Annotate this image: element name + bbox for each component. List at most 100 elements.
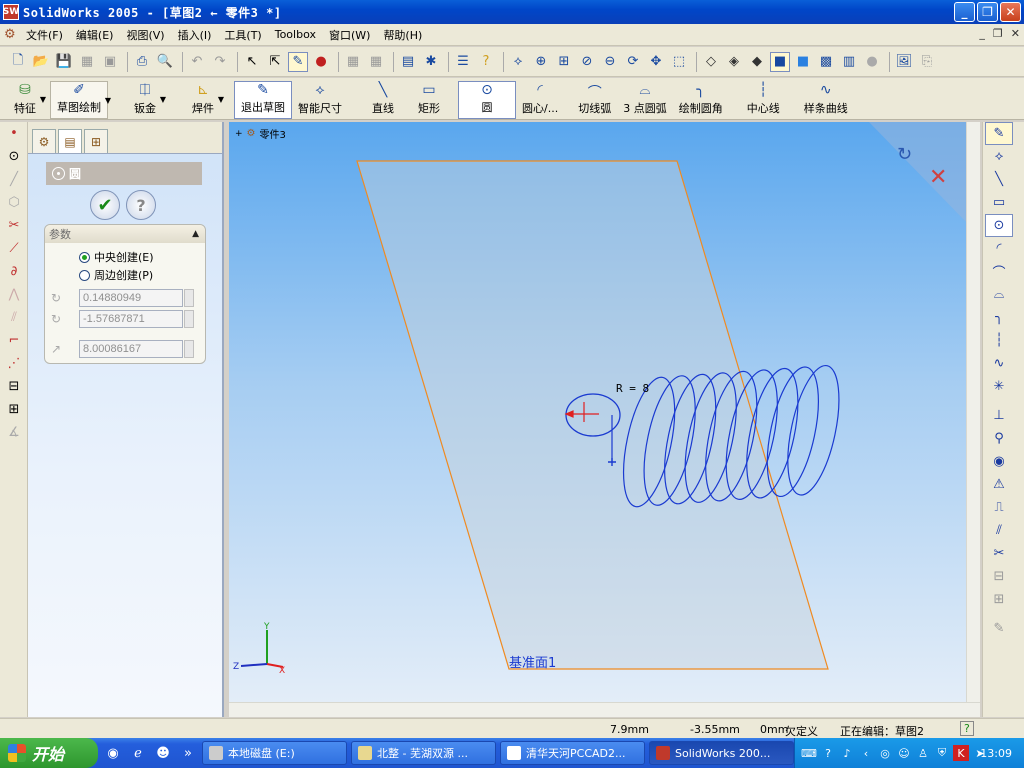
pan-icon[interactable]: ✥: [646, 52, 666, 72]
perimeter-create-radio[interactable]: 周边创建(P): [79, 267, 153, 283]
offset-icon[interactable]: ⎍: [985, 496, 1013, 519]
linear-pattern-icon[interactable]: ⊟: [0, 375, 28, 398]
radius-spinner[interactable]: [184, 340, 194, 358]
angle-tool-icon[interactable]: ∡: [0, 421, 28, 444]
sketch-icon[interactable]: ✎: [288, 51, 308, 72]
print-icon[interactable]: ⎙: [132, 52, 152, 72]
spline-icon[interactable]: ∿: [985, 352, 1013, 375]
menu-help[interactable]: 帮助(H): [383, 27, 422, 43]
task-solidworks[interactable]: SolidWorks 200...: [649, 741, 794, 765]
undo-icon[interactable]: ↶: [187, 52, 207, 72]
open-icon[interactable]: 📂: [31, 52, 51, 72]
grid2-icon[interactable]: ▦: [366, 52, 386, 72]
minimize-button[interactable]: _: [954, 2, 975, 22]
vertical-scrollbar[interactable]: [966, 122, 980, 702]
3point-arc-icon[interactable]: ⌓: [985, 283, 1013, 306]
menu-tools[interactable]: 工具(T): [224, 27, 261, 43]
new-icon[interactable]: 🗋: [8, 52, 28, 72]
save-icon[interactable]: 💾: [54, 52, 74, 72]
messenger-icon[interactable]: ☺: [896, 745, 912, 761]
rotate-view-icon[interactable]: ⟳: [623, 52, 643, 72]
cmd-rectangle[interactable]: ▭ 矩形: [412, 81, 446, 119]
cmd-smart-dimension[interactable]: ⟡ 智能尺寸: [292, 81, 348, 119]
section-view-icon[interactable]: ▥: [839, 52, 859, 72]
display-relations-icon[interactable]: ⚲: [985, 427, 1013, 450]
point-icon[interactable]: ✳: [985, 375, 1013, 398]
cmd-line[interactable]: ╲ 直线: [366, 81, 400, 119]
start-button[interactable]: 开始: [0, 738, 98, 768]
document-menu-icon[interactable]: ⚙: [4, 27, 20, 43]
menu-window[interactable]: 窗口(W): [329, 27, 370, 43]
help-tray-icon[interactable]: ?: [820, 745, 836, 761]
hidden-lines-icon[interactable]: ◈: [724, 52, 744, 72]
point-icon[interactable]: •: [0, 122, 28, 145]
corner-icon[interactable]: ⌐: [0, 329, 28, 352]
add-relation-icon[interactable]: ⊥: [985, 404, 1013, 427]
menu-toolbox[interactable]: Toolbox: [275, 28, 316, 41]
center-y-field[interactable]: [79, 310, 183, 328]
rectangle-icon[interactable]: ▭: [985, 191, 1013, 214]
configuration-tab-icon[interactable]: ⊞: [84, 129, 108, 153]
keyboard-icon[interactable]: ⌨: [801, 745, 817, 761]
feature-tree-tab-icon[interactable]: ⚙: [32, 129, 56, 153]
line-tool-icon[interactable]: ╱: [0, 168, 28, 191]
fix-icon[interactable]: ◉: [985, 450, 1013, 473]
construction-icon[interactable]: ⋰: [0, 352, 28, 375]
cmd-exit-sketch[interactable]: ✎ 退出草图: [234, 81, 292, 119]
grid-icon[interactable]: ▦: [343, 52, 363, 72]
center-create-radio[interactable]: 中央创建(E): [79, 249, 154, 265]
cmd-sheetmetal[interactable]: ⎅ 钣金 ▼: [128, 81, 166, 119]
horizontal-scrollbar[interactable]: [229, 702, 980, 717]
quicklaunch-ie-icon[interactable]: ℯ: [128, 743, 148, 763]
fillet-icon[interactable]: ╮: [985, 306, 1013, 329]
image-icon[interactable]: 🖼: [894, 52, 914, 72]
zoom-selection-icon[interactable]: ⊖: [600, 52, 620, 72]
wireframe-icon[interactable]: ◇: [701, 52, 721, 72]
measure-icon[interactable]: ⟡: [508, 52, 528, 72]
radius-field[interactable]: [79, 340, 183, 358]
menu-insert[interactable]: 插入(I): [178, 27, 212, 43]
quicklaunch-more-icon[interactable]: »: [178, 743, 198, 763]
center-x-field[interactable]: [79, 289, 183, 307]
trim-icon[interactable]: ✂: [985, 542, 1013, 565]
extend-icon[interactable]: ⟋: [0, 237, 28, 260]
mdi-minimize-icon[interactable]: _: [979, 27, 985, 40]
circle-icon[interactable]: ⊙: [985, 214, 1013, 237]
cancel-corner-icon[interactable]: ✕: [929, 165, 947, 190]
zoom-in-out-icon[interactable]: ⊘: [577, 52, 597, 72]
view-orientation-icon[interactable]: ⬚: [669, 52, 689, 72]
realview-icon[interactable]: ●: [862, 52, 882, 72]
collapse-icon[interactable]: ▲: [192, 229, 199, 239]
antivirus-icon[interactable]: ⛨: [934, 745, 950, 761]
convert-entities-icon[interactable]: ⫽: [0, 306, 28, 329]
task-pccad[interactable]: 清华天河PCCAD2...: [500, 741, 645, 765]
volume-icon[interactable]: ♪: [839, 745, 855, 761]
camera-icon[interactable]: ⎘: [917, 52, 937, 72]
helix-coil[interactable]: [778, 361, 848, 499]
cmd-centerline[interactable]: ┆ 中心线: [741, 81, 786, 119]
rebuild-icon[interactable]: ●: [311, 52, 331, 72]
cmd-sketch-fillet[interactable]: ╮ 绘制圆角: [673, 81, 729, 119]
solidworks-app-icon[interactable]: SW: [3, 4, 19, 20]
menu-edit[interactable]: 编辑(E): [76, 27, 114, 43]
layer-icon[interactable]: ▤: [398, 52, 418, 72]
shaded-edges-icon[interactable]: ■: [770, 51, 790, 72]
help-button[interactable]: ?: [126, 190, 156, 220]
mirror-icon[interactable]: ⚠: [985, 473, 1013, 496]
cmd-features[interactable]: ⛁ 特征 ▼: [8, 81, 46, 119]
make-assembly-icon[interactable]: ▣: [100, 52, 120, 72]
help-icon[interactable]: ?: [476, 52, 496, 72]
move-icon[interactable]: ⊞: [985, 588, 1013, 611]
plane-label[interactable]: 基准面1: [509, 656, 556, 671]
offset-icon[interactable]: ∂: [0, 260, 28, 283]
mdi-close-icon[interactable]: ✕: [1011, 27, 1020, 40]
center-x-spinner[interactable]: [184, 289, 194, 307]
center-y-spinner[interactable]: [184, 310, 194, 328]
tangent-arc-icon[interactable]: ⌒: [985, 260, 1013, 283]
shaded-icon[interactable]: ■: [793, 52, 813, 72]
properties-icon[interactable]: ☰: [453, 52, 473, 72]
status-help-icon[interactable]: ?: [960, 721, 974, 736]
sketch-canvas[interactable]: R = 8 基准面1 Y X Z ↻ ✕: [229, 122, 966, 702]
centerline-icon[interactable]: ┆: [985, 329, 1013, 352]
shadow-icon[interactable]: ▩: [816, 52, 836, 72]
